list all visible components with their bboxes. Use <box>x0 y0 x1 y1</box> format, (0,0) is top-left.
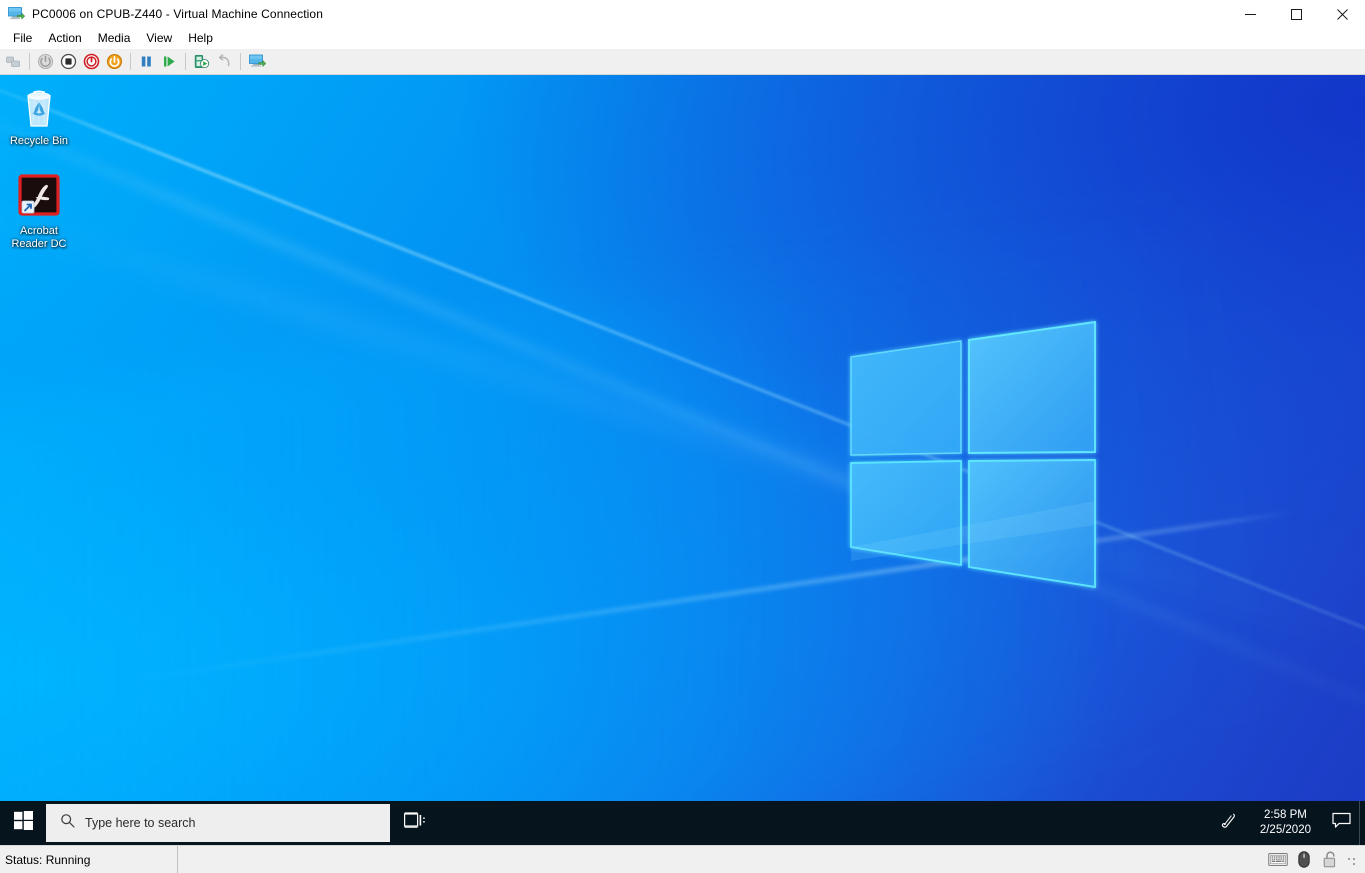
status-text: Status: Running <box>5 853 90 867</box>
search-icon <box>60 813 75 833</box>
virtual-machine-connection-window: PC0006 on CPUB-Z440 - Virtual Machine Co… <box>0 0 1365 873</box>
taskbar: Type here to search <box>0 801 1365 845</box>
windows-logo-icon <box>14 811 33 835</box>
unlocked-padlock-icon <box>1319 850 1341 870</box>
search-placeholder: Type here to search <box>85 816 195 830</box>
clock-date: 2/25/2020 <box>1260 823 1311 838</box>
menu-bar: File Action Media View Help <box>0 28 1365 49</box>
title-bar[interactable]: PC0006 on CPUB-Z440 - Virtual Machine Co… <box>0 0 1365 28</box>
start-button[interactable] <box>0 801 46 845</box>
turn-off-button[interactable] <box>57 50 80 73</box>
status-pane: Status: Running <box>0 846 178 873</box>
toolbar-separator-3 <box>185 53 186 70</box>
clock-time: 2:58 PM <box>1264 808 1307 823</box>
system-tray: 2:58 PM 2/25/2020 <box>1208 801 1365 845</box>
show-desktop-button[interactable] <box>1359 801 1365 845</box>
maximize-button[interactable] <box>1273 0 1319 28</box>
close-button[interactable] <box>1319 0 1365 28</box>
resume-button[interactable] <box>158 50 181 73</box>
enhanced-session-button[interactable] <box>245 50 268 73</box>
keyboard-capture-icon <box>1267 850 1289 870</box>
desktop-icon-recycle-bin[interactable]: Recycle Bin <box>2 83 76 148</box>
recycle-bin-icon <box>15 83 63 131</box>
pause-button[interactable] <box>135 50 158 73</box>
shut-down-button[interactable] <box>80 50 103 73</box>
toolbar-separator-2 <box>130 53 131 70</box>
menu-file[interactable]: File <box>5 29 40 48</box>
status-bar: Status: Running <box>0 845 1365 873</box>
desktop-icon-label: Acrobat Reader DC <box>2 225 76 251</box>
clock[interactable]: 2:58 PM 2/25/2020 <box>1248 801 1323 845</box>
menu-action[interactable]: Action <box>40 29 89 48</box>
windows-ink-workspace-button[interactable] <box>1208 801 1248 845</box>
window-controls <box>1227 0 1365 28</box>
desktop-icon-acrobat-reader-dc[interactable]: Acrobat Reader DC <box>2 173 76 251</box>
status-pane-secondary <box>178 846 183 873</box>
task-view-button[interactable] <box>392 801 438 845</box>
ctrl-alt-delete-button[interactable] <box>2 50 25 73</box>
reset-button[interactable] <box>103 50 126 73</box>
menu-media[interactable]: Media <box>90 29 139 48</box>
speech-bubble-icon <box>1332 812 1351 834</box>
task-view-icon <box>404 812 426 834</box>
search-input[interactable]: Type here to search <box>46 804 390 842</box>
vm-screen[interactable]: Recycle Bin Acrobat Reader DC <box>0 75 1365 845</box>
virtual-machine-icon <box>7 6 25 22</box>
mouse-capture-icon <box>1293 850 1315 870</box>
toolbar <box>0 49 1365 75</box>
start-button <box>34 50 57 73</box>
status-bar-icons <box>1267 850 1365 870</box>
notifications-button[interactable] <box>1323 801 1359 845</box>
pen-icon <box>1218 811 1238 836</box>
menu-help[interactable]: Help <box>180 29 221 48</box>
menu-view[interactable]: View <box>138 29 180 48</box>
window-title: PC0006 on CPUB-Z440 - Virtual Machine Co… <box>32 7 323 21</box>
revert-button <box>213 50 236 73</box>
desktop-wallpaper <box>0 75 1365 845</box>
resize-grip[interactable] <box>1347 857 1359 869</box>
toolbar-separator-1 <box>29 53 30 70</box>
acrobat-reader-icon <box>15 173 63 221</box>
desktop-icon-label: Recycle Bin <box>2 135 76 148</box>
toolbar-separator-4 <box>240 53 241 70</box>
checkpoint-button[interactable] <box>190 50 213 73</box>
minimize-button[interactable] <box>1227 0 1273 28</box>
